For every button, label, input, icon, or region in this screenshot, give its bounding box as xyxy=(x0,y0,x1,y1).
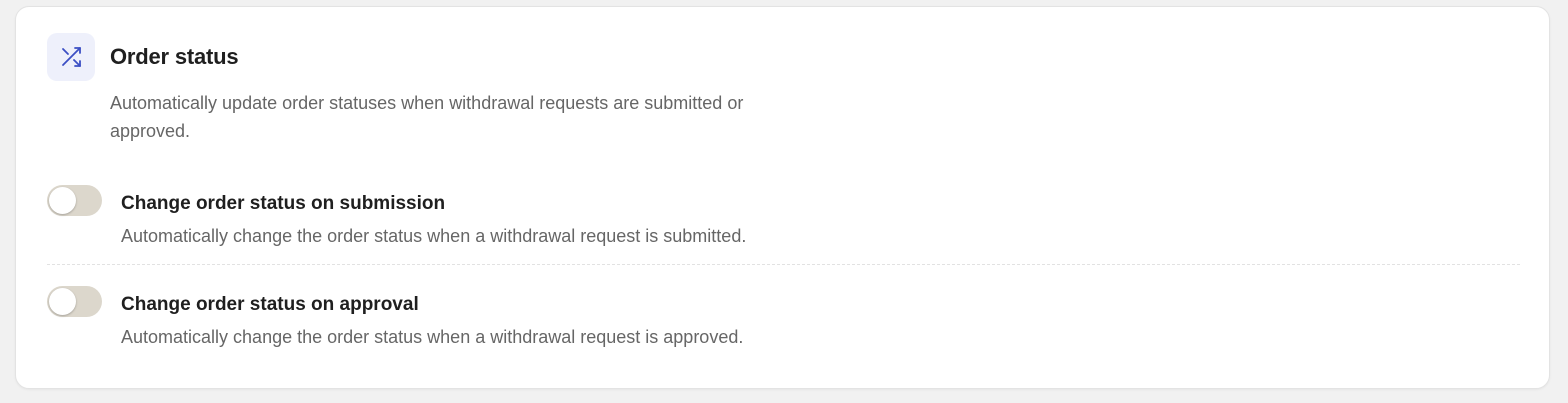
setting-description: Automatically change the order status wh… xyxy=(121,327,744,347)
section-title: Order status xyxy=(110,44,239,69)
setting-label: Change order status on submission xyxy=(121,193,446,214)
section-icon-container xyxy=(47,33,95,81)
approval-toggle[interactable] xyxy=(47,286,102,317)
section-description: Automatically update order statuses when… xyxy=(110,93,744,141)
submission-toggle[interactable] xyxy=(47,185,102,216)
toggle-knob xyxy=(49,187,76,214)
shuffle-icon xyxy=(62,47,81,67)
order-status-card: Order status Automatically update order … xyxy=(15,6,1550,389)
divider xyxy=(47,264,1520,265)
toggle-knob xyxy=(49,288,76,315)
section-header: Order status xyxy=(47,33,239,81)
setting-label: Change order status on approval xyxy=(121,294,419,315)
setting-description: Automatically change the order status wh… xyxy=(121,226,747,246)
